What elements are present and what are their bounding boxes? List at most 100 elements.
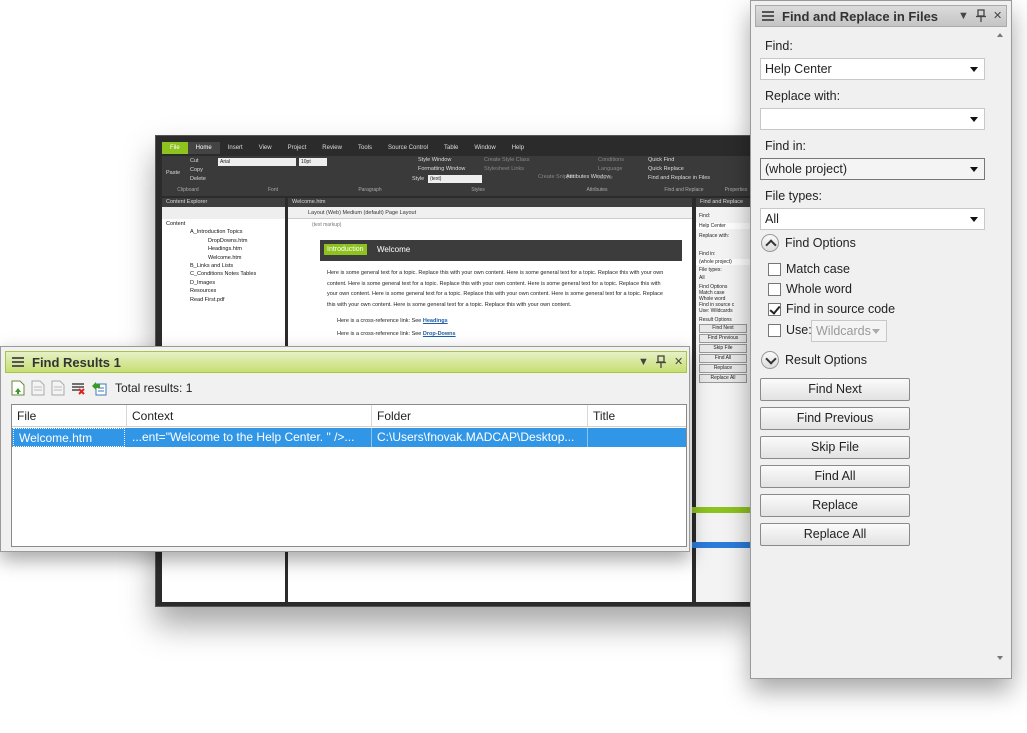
tree-item-file[interactable]: Read First.pdf [166,296,285,304]
clear-results-icon[interactable] [71,380,85,396]
replace-button[interactable]: Replace [760,494,910,517]
cut-button[interactable]: Cut [190,158,199,164]
quick-find-button[interactable]: Quick Find [648,157,674,163]
small-find-input[interactable]: Help Center [696,223,750,229]
xref-paragraph[interactable]: Here is a cross-reference link: See Drop… [327,329,672,340]
column-header-file[interactable]: File [12,405,127,427]
small-find-next-button[interactable]: Find Next [699,324,747,333]
find-replace-titlebar[interactable]: Find and Replace in Files ▼ ✕ [755,5,1007,27]
replace-input[interactable] [760,108,985,130]
dropdown-menu-icon[interactable]: ▼ [638,355,649,369]
font-name-select[interactable]: Arial [218,158,296,166]
file-types-select[interactable]: All [760,208,985,230]
editor-body-text[interactable]: Here is some general text for a topic. R… [327,268,672,310]
ribbon-tab-review[interactable]: Review [314,142,350,154]
tree-item-folder[interactable]: Resources [166,287,285,295]
tree-item-folder[interactable]: C_Conditions Notes Tables [166,270,285,278]
checkbox[interactable] [768,282,781,296]
ribbon-tab-home[interactable]: Home [187,142,220,154]
replace-all-button[interactable]: Replace All [760,523,910,546]
checkbox-checked[interactable] [768,302,781,316]
small-result-options[interactable]: Result Options [696,317,750,323]
editor-toolbar[interactable]: Layout (Web) Medium (default) Page Layou… [288,207,692,219]
ribbon-tab-view[interactable]: View [251,142,280,154]
language-button[interactable]: Language [598,166,622,172]
chevron-down-icon[interactable] [970,67,978,72]
small-find-in-select[interactable]: (whole project) [696,259,750,265]
scroll-up-icon[interactable] [997,33,1003,37]
create-style-class-button[interactable]: Create Style Class [484,157,530,163]
pin-icon[interactable] [976,9,986,27]
ribbon-tab-project[interactable]: Project [280,142,315,154]
find-options-toggle[interactable]: Find Options [761,233,856,253]
tree-item-folder[interactable]: A_Introduction Topics [166,228,285,236]
next-result-icon[interactable] [51,380,65,396]
tree-item-topic[interactable]: Headings.htm [166,245,285,253]
xref-link-dropdowns[interactable]: Drop-Downs [423,331,456,337]
paste-button[interactable]: Paste [166,170,180,176]
chevron-down-icon[interactable] [872,329,880,334]
grip-icon[interactable] [12,357,24,367]
xref-link-headings[interactable]: Headings [423,318,448,324]
stylesheet-links-button[interactable]: Stylesheet Links [484,166,524,172]
small-file-types-select[interactable]: All [696,275,750,281]
tree-item-topic[interactable]: Welcome.htm [166,254,285,262]
ribbon-tab-file[interactable]: File [162,142,188,154]
chevron-down-icon[interactable] [970,117,978,122]
small-find-all-button[interactable]: Find All [699,354,747,363]
conditions-button[interactable]: Conditions [598,157,624,163]
whole-word-checkbox[interactable]: Whole word [768,281,852,297]
tree-item-folder[interactable]: B_Links and Lists [166,262,285,270]
skip-file-button[interactable]: Skip File [760,436,910,459]
find-replace-files-button[interactable]: Find and Replace in Files [648,175,710,181]
ribbon-tab-insert[interactable]: Insert [220,142,251,154]
checkbox[interactable] [768,323,781,337]
style-select[interactable]: (text) [428,175,482,183]
find-previous-button[interactable]: Find Previous [760,407,910,430]
formatting-window-button[interactable]: Formatting Window [418,166,465,172]
quick-replace-button[interactable]: Quick Replace [648,166,684,172]
previous-result-icon[interactable] [31,380,45,396]
ribbon-tab-help[interactable]: Help [504,142,532,154]
find-all-button[interactable]: Find All [760,465,910,488]
checkbox[interactable] [768,262,781,276]
font-size-select[interactable]: 10pt [299,158,327,166]
export-results-icon[interactable] [91,380,107,396]
delete-button[interactable]: Delete [190,176,206,182]
find-in-source-checkbox[interactable]: Find in source code [768,301,895,317]
column-header-context[interactable]: Context [127,405,372,427]
small-skip-file-button[interactable]: Skip File [699,344,747,353]
editor-tab[interactable]: Welcome.htm [288,198,692,207]
style-window-button[interactable]: Style Window [418,157,451,163]
find-input[interactable]: Help Center [760,58,985,80]
small-find-previous-button[interactable]: Find Previous [699,334,747,343]
ribbon-tab-tools[interactable]: Tools [350,142,380,154]
match-case-checkbox[interactable]: Match case [768,261,850,277]
small-replace-button[interactable]: Replace [699,364,747,373]
name-button[interactable]: Name [598,175,613,181]
column-header-title[interactable]: Title [588,405,686,427]
xref-paragraph[interactable]: Here is a cross-reference link: See Head… [327,316,672,327]
close-icon[interactable]: ✕ [674,355,683,369]
close-icon[interactable]: ✕ [993,9,1002,23]
chevron-down-icon[interactable] [761,351,779,369]
column-header-folder[interactable]: Folder [372,405,588,427]
vertical-scrollbar[interactable] [995,29,1007,674]
small-wildcards[interactable]: Wildcards [711,308,733,314]
tree-item-folder[interactable]: D_Images [166,279,285,287]
chevron-down-icon[interactable] [970,167,978,172]
scroll-down-icon[interactable] [997,656,1003,660]
chevron-up-icon[interactable] [761,234,779,252]
table-row[interactable]: Welcome.htm ...ent="Welcome to the Help … [12,428,686,447]
ribbon-tab-window[interactable]: Window [466,142,503,154]
find-in-select[interactable]: (whole project) [760,158,985,180]
grip-icon[interactable] [762,11,774,21]
find-next-button[interactable]: Find Next [760,378,910,401]
small-replace-all-button[interactable]: Replace All [699,374,747,383]
tree-item-content[interactable]: Content [166,220,285,228]
copy-button[interactable]: Copy [190,167,203,173]
use-type-select[interactable]: Wildcards [811,320,887,342]
open-file-icon[interactable] [11,380,25,396]
find-results-titlebar[interactable]: Find Results 1 ▼ ✕ [5,351,687,373]
dropdown-menu-icon[interactable]: ▼ [958,9,969,23]
